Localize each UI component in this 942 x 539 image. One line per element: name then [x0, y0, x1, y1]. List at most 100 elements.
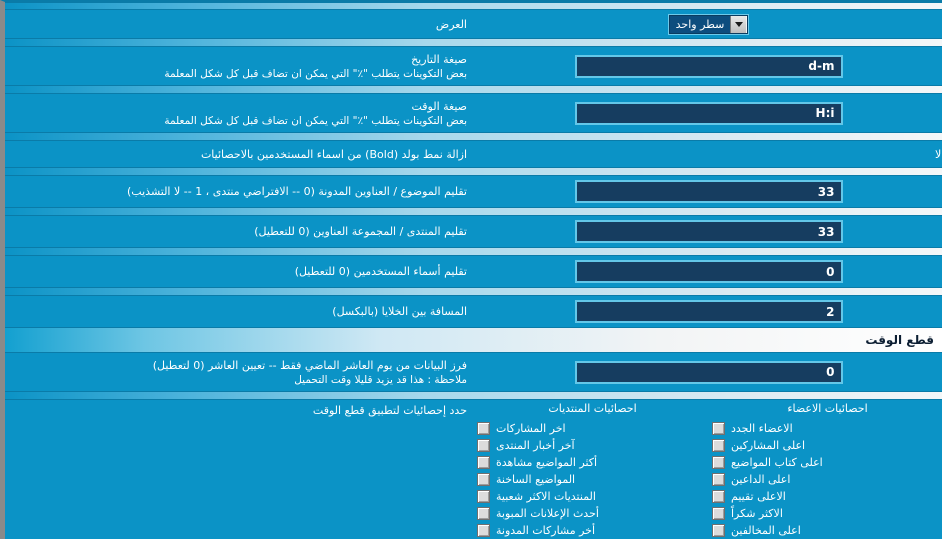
checkbox-icon-forum-news[interactable]	[477, 439, 490, 452]
trim-username-input[interactable]	[574, 260, 843, 283]
checkbox-row-latest-posts[interactable]: اخر المشاركات	[475, 420, 710, 437]
row-display: العرض سطر واحد	[5, 10, 942, 38]
time-format-input[interactable]	[574, 101, 843, 125]
row-bold-removal: ازالة نمط بولد (Bold) من اسماء المستخدمي…	[5, 141, 942, 167]
separator-6	[5, 247, 942, 256]
bold-removal-radio-group: نعم لا	[935, 148, 942, 161]
checkbox-row-hot-topics[interactable]: المواضيع الساخنة	[475, 471, 710, 488]
checkbox-icon-top-rated[interactable]	[712, 490, 725, 503]
checkbox-icon-top-violators[interactable]	[712, 524, 725, 537]
separator-2	[5, 85, 942, 94]
separator-7	[5, 287, 942, 296]
label-time-format-sub: بعض التكوينات يتطلب "٪" التي يمكن ان تضا…	[164, 114, 467, 127]
label-sort-data-text: فرز البيانات من يوم العاشر الماضي فقط --…	[152, 358, 467, 372]
checkbox-row-most-thanked[interactable]: الاكثر شكراً	[710, 505, 942, 522]
stats-column-forums: احصائيات المنتديات اخر المشاركات آخر أخب…	[475, 402, 710, 539]
stats-selection-area: حدد إحصائيات لتطبيق قطع الوقت احصائيات ا…	[5, 400, 942, 539]
checkbox-icon-hot-topics[interactable]	[477, 473, 490, 486]
checkbox-icon-popular-forums[interactable]	[477, 490, 490, 503]
checkbox-row-new-members[interactable]: الاعضاء الجدد	[710, 420, 942, 437]
settings-panel: العرض سطر واحد صيغة التاريخ بعض التكوينا…	[0, 0, 942, 539]
label-time-format-text: صيغة الوقت	[411, 99, 467, 113]
display-mode-select[interactable]: سطر واحد	[668, 14, 749, 34]
checkbox-row-blog-posts[interactable]: أخر مشاركات المدونة	[475, 522, 710, 539]
separator-top	[5, 2, 942, 10]
separator-3	[5, 132, 942, 141]
label-cell-spacing: المسافة بين الخلايا (بالبكسل)	[5, 301, 475, 322]
label-trim-username: تقليم أسماء المستخدمين (0 للتعطيل)	[5, 261, 475, 282]
checkbox-label-top-rated: الاعلى تقييم	[731, 490, 786, 503]
bold-removal-option-no[interactable]: لا	[935, 148, 942, 161]
label-stats-selection: حدد إحصائيات لتطبيق قطع الوقت	[312, 404, 467, 417]
stats-column-forums-heading: احصائيات المنتديات	[548, 402, 637, 415]
label-trim-topic-text: تقليم الموضوع / العناوين المدونة (0 -- ا…	[127, 185, 467, 198]
field-trim-forum	[475, 216, 942, 247]
checkbox-row-popular-forums[interactable]: المنتديات الاكثر شعبية	[475, 488, 710, 505]
stats-column-members-heading: احصائيات الاعضاء	[787, 402, 868, 415]
label-time-format: صيغة الوقت بعض التكوينات يتطلب "٪" التي …	[5, 96, 475, 131]
row-cell-spacing: المسافة بين الخلايا (بالبكسل)	[5, 296, 942, 327]
checkbox-icon-blog-posts[interactable]	[477, 524, 490, 537]
cell-spacing-input[interactable]	[574, 300, 843, 323]
section-header-time-cut: قطع الوقت	[5, 327, 942, 353]
radio-label-no: لا	[935, 147, 942, 161]
checkbox-label-top-inviters: اعلى الداعين	[731, 473, 791, 486]
checkbox-label-popular-forums: المنتديات الاكثر شعبية	[496, 490, 596, 503]
label-trim-forum: تقليم المنتدى / المجموعة العناوين (0 للت…	[5, 221, 475, 242]
checkbox-label-forum-news: آخر أخبار المنتدى	[496, 439, 575, 452]
checkbox-label-classified-ads: أحدث الإعلانات المبوبة	[496, 507, 599, 520]
checkbox-label-hot-topics: المواضيع الساخنة	[496, 473, 576, 486]
display-mode-select-value: سطر واحد	[669, 15, 731, 33]
date-format-input[interactable]	[574, 54, 843, 78]
checkbox-label-top-posters: اعلى المشاركين	[731, 439, 806, 452]
section-title-time-cut: قطع الوقت	[865, 333, 934, 347]
checkbox-row-forum-news[interactable]: آخر أخبار المنتدى	[475, 437, 710, 454]
field-date-format	[475, 51, 942, 82]
label-trim-topic: تقليم الموضوع / العناوين المدونة (0 -- ا…	[5, 181, 475, 202]
checkbox-icon-latest-posts[interactable]	[477, 422, 490, 435]
label-sort-data: فرز البيانات من يوم العاشر الماضي فقط --…	[5, 355, 475, 390]
checkbox-icon-most-viewed[interactable]	[477, 456, 490, 469]
checkbox-row-classified-ads[interactable]: أحدث الإعلانات المبوبة	[475, 505, 710, 522]
label-date-format: صيغة التاريخ بعض التكوينات يتطلب "٪" الت…	[5, 49, 475, 84]
checkbox-row-most-viewed[interactable]: أكثر المواضيع مشاهدة	[475, 454, 710, 471]
row-trim-forum: تقليم المنتدى / المجموعة العناوين (0 للت…	[5, 216, 942, 247]
separator-4	[5, 167, 942, 176]
field-trim-username	[475, 256, 942, 287]
checkbox-icon-most-thanked[interactable]	[712, 507, 725, 520]
field-cell-spacing	[475, 296, 942, 327]
field-trim-topic	[475, 176, 942, 207]
row-sort-data: فرز البيانات من يوم العاشر الماضي فقط --…	[5, 353, 942, 391]
checkbox-label-latest-posts: اخر المشاركات	[496, 422, 566, 435]
checkbox-icon-classified-ads[interactable]	[477, 507, 490, 520]
checkbox-icon-top-inviters[interactable]	[712, 473, 725, 486]
chevron-down-icon[interactable]	[730, 15, 748, 33]
row-trim-username: تقليم أسماء المستخدمين (0 للتعطيل)	[5, 256, 942, 287]
label-display-text: العرض	[435, 17, 467, 31]
trim-forum-input[interactable]	[574, 220, 843, 243]
sort-data-input[interactable]	[574, 360, 843, 384]
label-trim-username-text: تقليم أسماء المستخدمين (0 للتعطيل)	[294, 265, 467, 278]
checkbox-row-top-posters[interactable]: اعلى المشاركين	[710, 437, 942, 454]
checkbox-label-most-viewed: أكثر المواضيع مشاهدة	[496, 456, 598, 469]
label-bold-removal: ازالة نمط بولد (Bold) من اسماء المستخدمي…	[5, 144, 475, 165]
checkbox-icon-top-posters[interactable]	[712, 439, 725, 452]
checkbox-row-top-inviters[interactable]: اعلى الداعين	[710, 471, 942, 488]
checkbox-row-top-violators[interactable]: اعلى المخالفين	[710, 522, 942, 539]
field-display: سطر واحد	[475, 11, 942, 38]
stats-column-members: احصائيات الاعضاء الاعضاء الجدد اعلى المش…	[710, 402, 942, 539]
checkbox-icon-new-members[interactable]	[712, 422, 725, 435]
separator-1	[5, 38, 942, 47]
checkbox-row-top-thread-starters[interactable]: اعلى كتاب المواضيع	[710, 454, 942, 471]
checkbox-row-top-rated[interactable]: الاعلى تقييم	[710, 488, 942, 505]
row-time-format: صيغة الوقت بعض التكوينات يتطلب "٪" التي …	[5, 94, 942, 132]
checkbox-icon-top-thread-starters[interactable]	[712, 456, 725, 469]
label-date-format-sub: بعض التكوينات يتطلب "٪" التي يمكن ان تضا…	[164, 67, 467, 80]
field-sort-data	[475, 357, 942, 388]
label-display: العرض	[5, 14, 475, 35]
field-time-format	[475, 98, 942, 129]
label-trim-forum-text: تقليم المنتدى / المجموعة العناوين (0 للت…	[254, 225, 467, 238]
checkbox-label-most-thanked: الاكثر شكراً	[731, 507, 783, 520]
trim-topic-input[interactable]	[574, 180, 843, 203]
row-trim-topic: تقليم الموضوع / العناوين المدونة (0 -- ا…	[5, 176, 942, 207]
